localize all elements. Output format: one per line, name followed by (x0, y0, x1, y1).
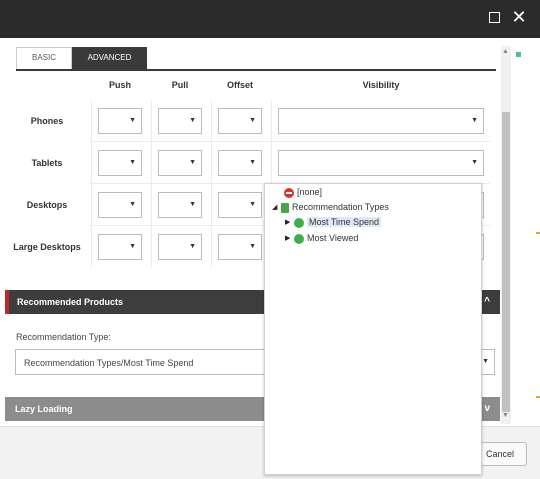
expanded-toggle-icon[interactable]: ◢ (272, 201, 281, 215)
tab-basic[interactable]: BASIC (16, 47, 72, 70)
dropdown-arrow-icon: ▼ (249, 159, 256, 166)
dropdown-arrow-icon: ▼ (189, 201, 196, 208)
dropdown-arrow-icon: ▼ (482, 358, 489, 365)
row-label-phones: Phones (30, 116, 64, 126)
column-header-push: Push (108, 80, 131, 90)
tab-underline (16, 69, 496, 71)
desktops-offset-select[interactable]: ▼ (218, 192, 262, 218)
dropdown-arrow-icon: ▼ (471, 117, 478, 124)
background-marker (536, 396, 540, 398)
recommendation-type-value: Recommendation Types/Most Time Spend (24, 358, 194, 368)
status-indicator (516, 52, 521, 57)
desktops-push-select[interactable]: ▼ (98, 192, 142, 218)
tree-item-label: [none] (297, 187, 323, 197)
maximize-icon[interactable] (484, 8, 504, 28)
row-label-desktops: Desktops (26, 200, 68, 210)
dropdown-arrow-icon: ▼ (129, 117, 136, 124)
recommendation-type-label: Recommendation Type: (16, 332, 111, 342)
row-label-tablets: Tablets (31, 158, 63, 168)
large-desktops-pull-select[interactable]: ▼ (158, 234, 202, 260)
grid-line (90, 141, 490, 142)
column-header-visibility: Visibility (362, 80, 400, 90)
dropdown-arrow-icon: ▼ (249, 243, 256, 250)
phones-visibility-select[interactable]: ▼ (278, 108, 484, 134)
tablets-offset-select[interactable]: ▼ (218, 150, 262, 176)
dropdown-arrow-icon: ▼ (189, 243, 196, 250)
scroll-up-icon[interactable]: ▲ (502, 48, 509, 55)
column-header-pull: Pull (171, 80, 189, 90)
desktops-pull-select[interactable]: ▼ (158, 192, 202, 218)
item-icon (294, 233, 304, 244)
grid-line (91, 100, 92, 268)
scroll-down-icon[interactable]: ▼ (502, 412, 509, 419)
item-icon (294, 217, 304, 228)
tree-item-label: Most Viewed (307, 233, 359, 243)
collapsed-toggle-icon[interactable]: ▶ (285, 216, 294, 230)
large-desktops-offset-select[interactable]: ▼ (218, 234, 262, 260)
dropdown-arrow-icon: ▼ (189, 117, 196, 124)
dropdown-arrow-icon: ▼ (129, 159, 136, 166)
tab-bar: BASIC ADVANCED (16, 47, 147, 70)
tree-item-label: Most Time Spend (307, 217, 382, 227)
tablets-push-select[interactable]: ▼ (98, 150, 142, 176)
background-strip (530, 38, 540, 438)
tree-item-none[interactable]: [none] (284, 185, 322, 199)
tablets-visibility-select[interactable]: ▼ (278, 150, 484, 176)
dropdown-arrow-icon: ▼ (189, 159, 196, 166)
none-icon (284, 187, 294, 198)
grid-line (151, 100, 152, 268)
collapsed-toggle-icon[interactable]: ▶ (285, 232, 294, 246)
column-header-offset: Offset (226, 80, 253, 90)
section-title: Lazy Loading (15, 404, 73, 414)
chevron-up-icon[interactable]: ^ (484, 290, 490, 314)
window-titlebar (0, 0, 540, 38)
background-marker (536, 232, 540, 234)
dropdown-arrow-icon: ▼ (249, 117, 256, 124)
close-icon[interactable]: ✕ (509, 8, 529, 28)
dropdown-arrow-icon: ▼ (249, 201, 256, 208)
tree-item-label: Recommendation Types (292, 202, 389, 212)
phones-offset-select[interactable]: ▼ (218, 108, 262, 134)
section-title: Recommended Products (17, 297, 124, 307)
scrollbar-thumb[interactable] (502, 112, 510, 412)
tree-item-most-time-spend[interactable]: ▶ Most Time Spend (285, 215, 382, 230)
tree-item-recommendation-types[interactable]: ◢ Recommendation Types (272, 200, 389, 214)
phones-push-select[interactable]: ▼ (98, 108, 142, 134)
dropdown-arrow-icon: ▼ (129, 201, 136, 208)
dropdown-arrow-icon: ▼ (471, 159, 478, 166)
tree-item-most-viewed[interactable]: ▶ Most Viewed (285, 231, 358, 245)
recommendation-tree-dropdown[interactable]: [none] ◢ Recommendation Types ▶ Most Time … (264, 183, 482, 475)
tab-advanced[interactable]: ADVANCED (72, 47, 147, 70)
folder-book-icon (281, 202, 289, 213)
tablets-pull-select[interactable]: ▼ (158, 150, 202, 176)
phones-pull-select[interactable]: ▼ (158, 108, 202, 134)
large-desktops-push-select[interactable]: ▼ (98, 234, 142, 260)
grid-line (211, 100, 212, 268)
row-label-large-desktops: Large Desktops (13, 242, 81, 252)
chevron-down-icon[interactable]: v (484, 397, 490, 421)
dropdown-arrow-icon: ▼ (129, 243, 136, 250)
